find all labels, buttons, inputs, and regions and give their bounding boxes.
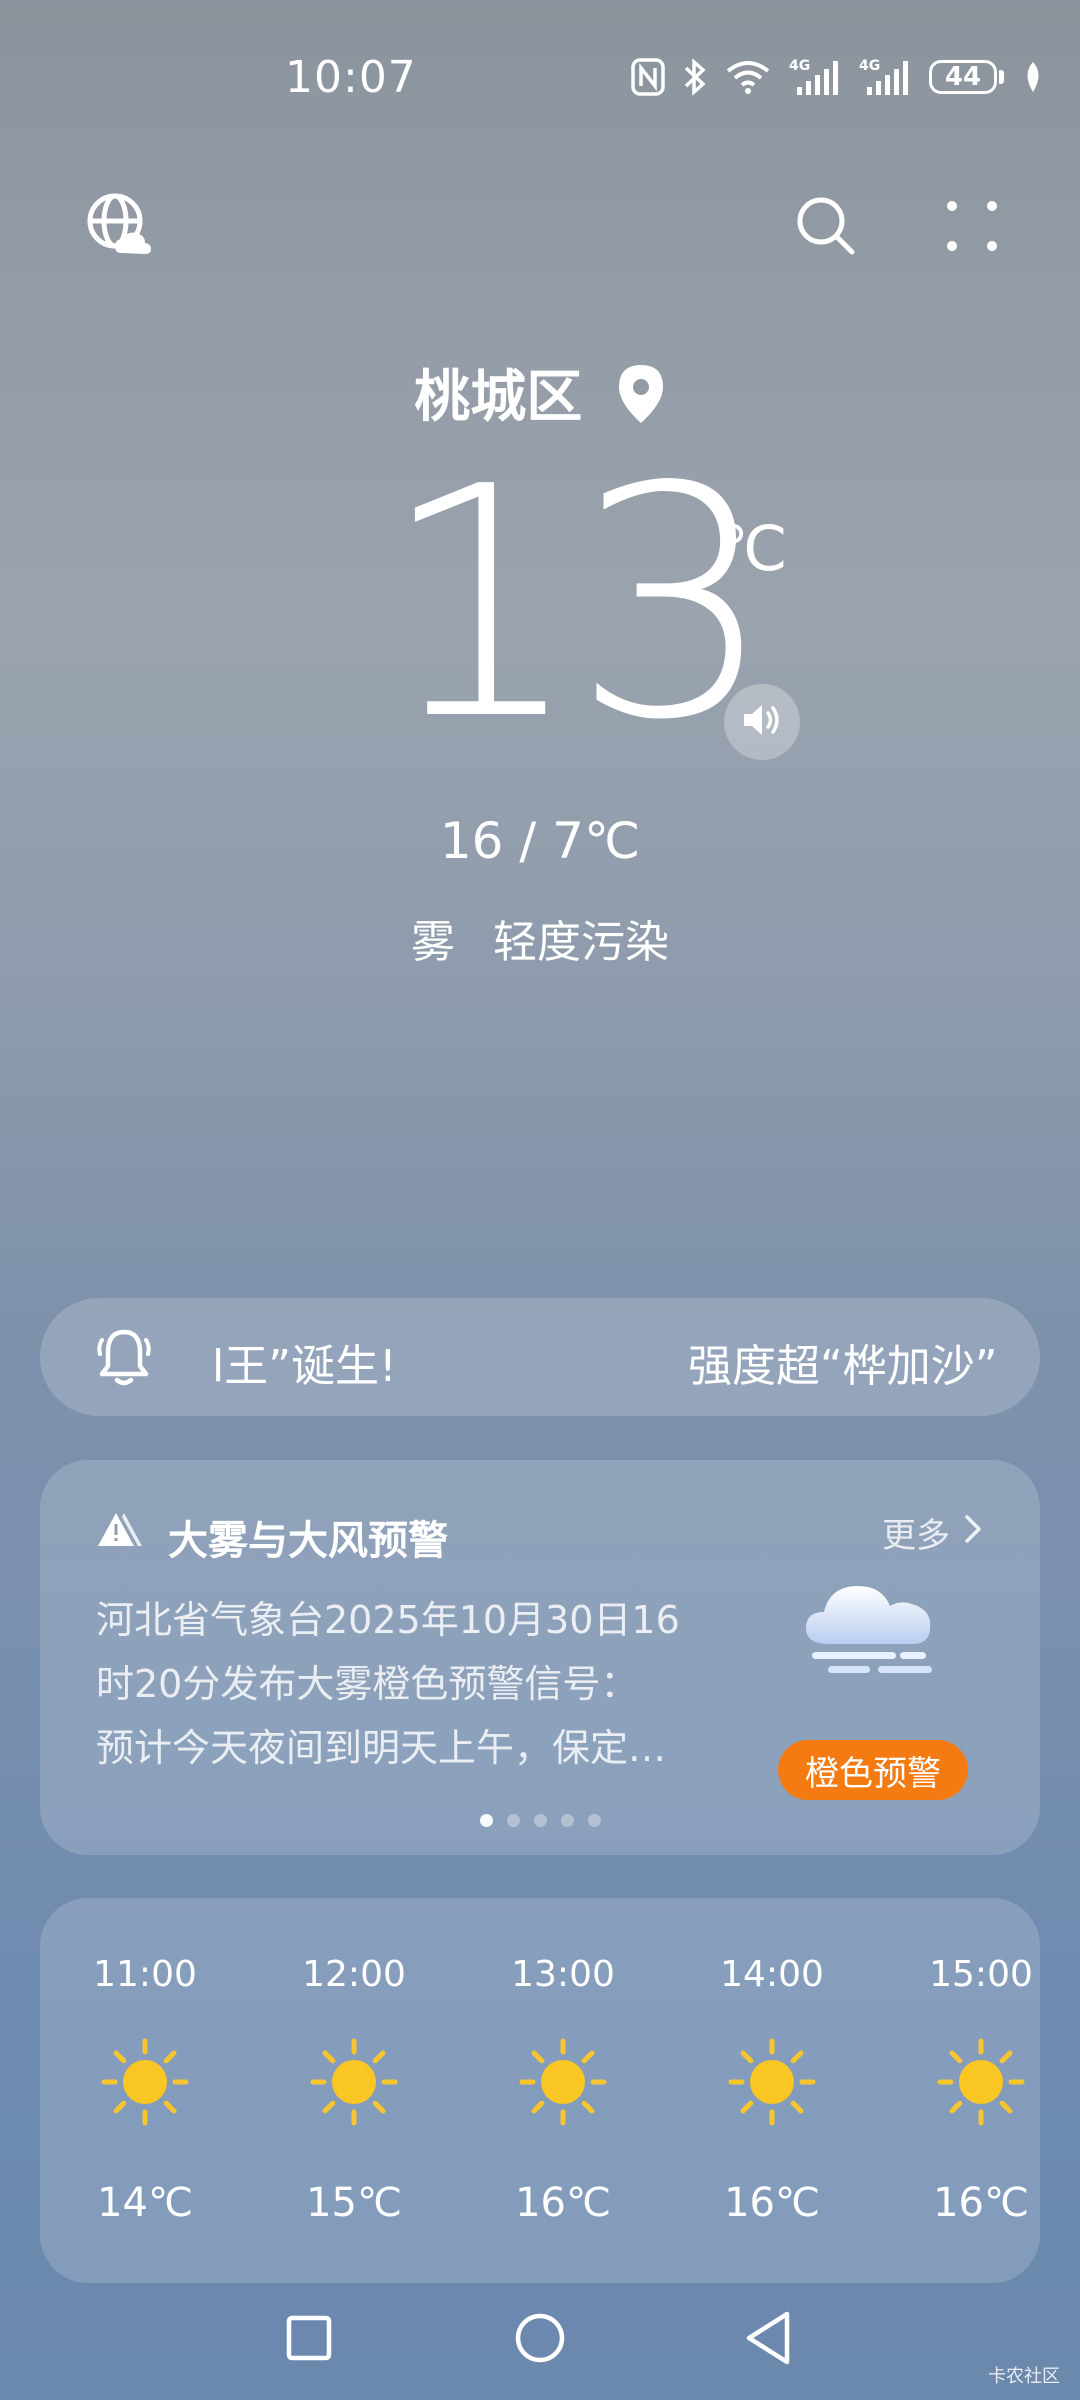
status-icons: 4G 4G 44	[631, 55, 1044, 99]
hour-temp: 16℃	[933, 2180, 1029, 2226]
back-triangle-icon	[743, 2310, 795, 2370]
hour-time: 15:00	[929, 1954, 1033, 1995]
weather-condition: 雾	[411, 917, 455, 968]
warning-body: 河北省气象台2025年10月30日16 时20分发布大雾橙色预警信号： 预计今天…	[96, 1588, 736, 1780]
bluetooth-icon	[683, 57, 707, 97]
air-quality: 轻度污染	[493, 917, 669, 968]
hour-temp: 15℃	[306, 2180, 402, 2226]
chevron-right-icon	[964, 1513, 982, 1553]
hour-temp: 16℃	[724, 2180, 820, 2226]
sunny-icon	[519, 2038, 607, 2130]
signal-1-icon: 4G	[789, 57, 841, 97]
warning-card[interactable]: 大雾与大风预警 更多 河北省气象台2025年10月30日16 时20分发布大雾橙…	[40, 1460, 1040, 1855]
sunny-icon	[310, 2038, 398, 2130]
fog-cloud-icon	[800, 1572, 940, 1686]
signal-2-icon: 4G	[859, 57, 911, 97]
hour-temp: 16℃	[515, 2180, 611, 2226]
svg-text:4G: 4G	[789, 58, 810, 74]
home-circle-icon	[513, 2311, 567, 2369]
pager-dot	[560, 1814, 574, 1827]
high-low-temperature: 16 / 7℃	[439, 812, 641, 870]
city-manage-button[interactable]	[80, 188, 160, 268]
news-ticker[interactable]: l王”诞生! 强度超“桦加沙”	[40, 1298, 1040, 1416]
hour-time: 11:00	[93, 1954, 197, 1995]
warning-level-badge: 橙色预警	[778, 1740, 968, 1800]
voice-broadcast-button[interactable]	[724, 684, 800, 760]
hourly-forecast[interactable]: 11:00 14℃ 12:00 15℃ 13:00 16℃ 14:00 16℃ …	[40, 1898, 1040, 2283]
warning-more-link[interactable]: 更多	[882, 1508, 982, 1557]
current-temperature: 13	[380, 419, 775, 789]
leaf-icon	[1022, 57, 1044, 97]
search-button[interactable]	[786, 188, 866, 268]
watermark: 卡农社区	[988, 2366, 1060, 2387]
svg-text:4G: 4G	[859, 58, 880, 74]
ticker-text-1: l王”诞生!	[212, 1341, 397, 1392]
sunny-icon	[937, 2038, 1025, 2130]
search-icon	[795, 195, 857, 261]
more-label: 更多	[882, 1516, 950, 1556]
pager-dot	[533, 1814, 547, 1827]
globe-cloud-icon	[85, 191, 155, 265]
temperature-unit: ℃	[718, 512, 788, 585]
hour-time: 14:00	[720, 1954, 824, 1995]
recents-square-icon	[284, 2313, 334, 2367]
battery-level: 44	[929, 60, 997, 94]
warning-triangle-icon	[96, 1510, 146, 1554]
condition-row[interactable]: 雾 轻度污染	[0, 906, 1080, 970]
status-time: 10:07	[285, 52, 417, 103]
warning-title: 大雾与大风预警	[168, 1518, 448, 1564]
warning-line-1: 河北省气象台2025年10月30日16	[96, 1598, 680, 1642]
pager-dot	[479, 1814, 493, 1827]
hour-time: 12:00	[302, 1954, 406, 1995]
hour-temp: 14℃	[97, 2180, 193, 2226]
recents-button[interactable]	[274, 2305, 344, 2375]
pager-dot	[587, 1814, 601, 1827]
more-button[interactable]	[932, 188, 1012, 268]
home-button[interactable]	[505, 2305, 575, 2375]
warning-line-3: 预计今天夜间到明天上午，保定…	[96, 1726, 667, 1770]
sunny-icon	[101, 2038, 189, 2130]
bell-icon	[96, 1326, 152, 1392]
more-dots-icon	[944, 198, 1000, 258]
pager-dot	[506, 1814, 520, 1827]
sunny-icon	[728, 2038, 816, 2130]
nfc-icon	[631, 57, 665, 97]
warning-line-2: 时20分发布大雾橙色预警信号：	[96, 1662, 639, 1706]
warning-pager	[40, 1814, 1040, 1827]
speaker-icon	[740, 700, 784, 744]
ticker-text-2: 强度超“桦加沙”	[688, 1341, 998, 1392]
wifi-icon	[725, 57, 771, 97]
back-button[interactable]	[734, 2305, 804, 2375]
hour-time: 13:00	[511, 1954, 615, 1995]
battery-icon: 44	[929, 57, 1004, 97]
